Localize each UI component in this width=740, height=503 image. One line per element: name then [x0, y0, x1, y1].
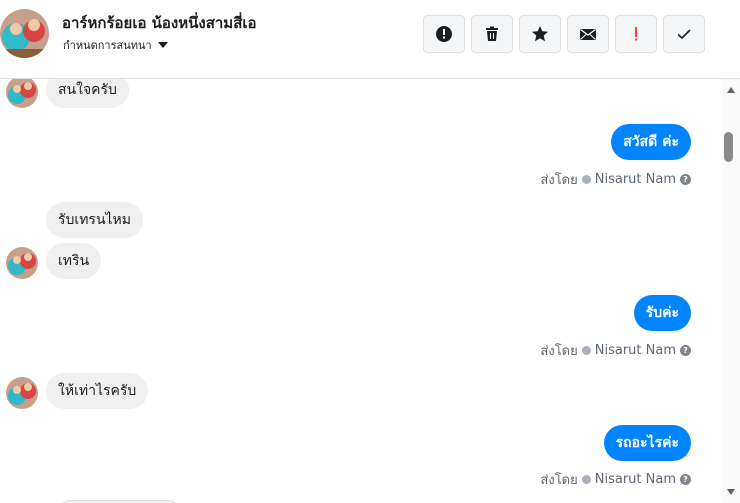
sender-avatar — [6, 247, 38, 279]
conversation-settings-label: กำหนดการสนทนา — [63, 39, 152, 52]
conversation-settings[interactable]: กำหนดการสนทนา — [63, 36, 168, 54]
scrollbar-thumb[interactable] — [724, 132, 733, 162]
outgoing-message[interactable]: รถอะไรค่ะ — [603, 425, 691, 461]
star-icon — [532, 26, 548, 42]
verified-icon — [581, 175, 591, 184]
message-list[interactable]: สนใจครับ สวัสดี ค่ะ ส่งโดย Nisarut Nam ?… — [0, 79, 722, 503]
sender-name[interactable]: Nisarut Nam — [595, 472, 676, 487]
star-button[interactable] — [519, 15, 561, 53]
conversation-header: อาร์หกร้อยเอ น้องหนึ่งสามสี่เอ กำหนดการส… — [0, 0, 740, 79]
mark-done-button[interactable] — [663, 15, 705, 53]
help-icon[interactable]: ? — [680, 345, 691, 356]
check-icon — [677, 29, 691, 40]
trash-icon — [486, 26, 498, 41]
alert-circle-icon — [436, 26, 452, 42]
sent-by-label: ส่งโดย — [540, 173, 578, 188]
verified-icon — [581, 475, 591, 484]
verified-icon — [581, 346, 591, 355]
sender-avatar — [6, 79, 38, 108]
caret-down-icon — [157, 42, 168, 48]
message-list-scrollbar[interactable] — [722, 79, 740, 503]
sent-by-label: ส่งโดย — [540, 473, 578, 488]
scroll-down-icon[interactable] — [727, 489, 735, 495]
incoming-message[interactable]: รับเทรนไหม — [46, 202, 144, 238]
outgoing-message[interactable]: รับค่ะ — [633, 295, 691, 331]
exclamation-icon — [635, 27, 637, 41]
outgoing-message[interactable]: สวัสดี ค่ะ — [611, 124, 691, 160]
incoming-message[interactable]: เทริน — [46, 243, 102, 279]
contact-name[interactable]: อาร์หกร้อยเอ น้องหนึ่งสามสี่เอ — [62, 11, 256, 35]
incoming-message[interactable]: สนใจครับ — [46, 79, 129, 108]
mark-unread-button[interactable] — [567, 15, 609, 53]
sender-name[interactable]: Nisarut Nam — [595, 343, 676, 358]
follow-up-button[interactable] — [615, 15, 657, 53]
report-spam-button[interactable] — [423, 15, 465, 53]
help-icon[interactable]: ? — [680, 474, 691, 485]
sent-by-info: ส่งโดย Nisarut Nam ? — [540, 469, 691, 490]
sent-by-info: ส่งโดย Nisarut Nam ? — [540, 169, 691, 190]
help-icon[interactable]: ? — [680, 174, 691, 185]
sender-avatar — [6, 377, 38, 409]
incoming-message[interactable]: ให้เท่าไรครับ — [46, 373, 149, 409]
sent-by-label: ส่งโดย — [540, 344, 578, 359]
sent-by-info: ส่งโดย Nisarut Nam ? — [540, 340, 691, 361]
conversation-toolbar — [423, 15, 705, 53]
envelope-icon — [580, 29, 596, 40]
contact-avatar[interactable] — [0, 9, 49, 58]
sender-name[interactable]: Nisarut Nam — [595, 172, 676, 187]
scroll-up-icon[interactable] — [727, 87, 735, 93]
delete-button[interactable] — [471, 15, 513, 53]
